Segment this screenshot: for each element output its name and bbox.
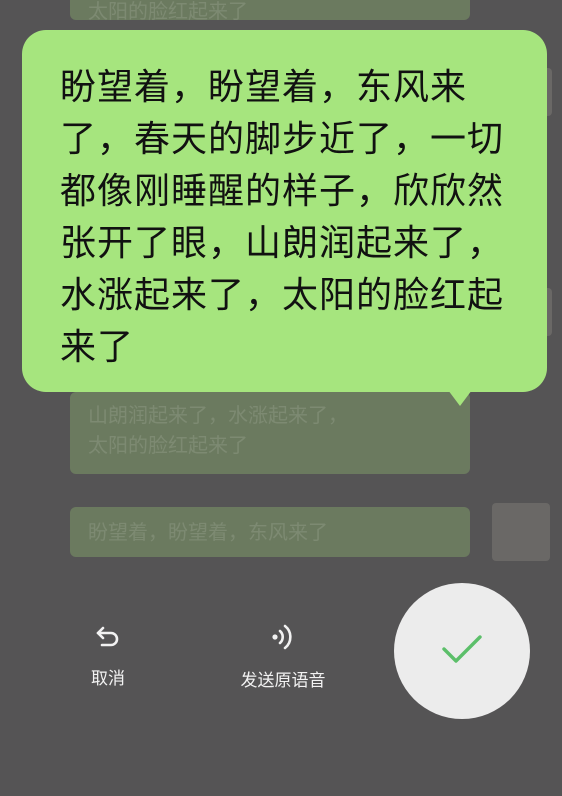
send-original-voice-label: 发送原语音 <box>240 671 326 691</box>
background-message-line: 山朗润起来了，水涨起来了， <box>88 403 348 427</box>
background-avatar <box>492 503 550 561</box>
voice-bubble-tail <box>448 390 472 406</box>
voice-to-text-bubble: 盼望着，盼望着，东风来了，春天的脚步近了，一切都像刚睡醒的样子，欣欣然张开了眼，… <box>22 30 547 392</box>
cancel-label: 取消 <box>91 669 125 689</box>
send-original-voice-button[interactable]: 发送原语音 <box>228 622 338 691</box>
transcribed-text: 盼望着，盼望着，东风来了，春天的脚步近了，一切都像刚睡醒的样子，欣欣然张开了眼，… <box>60 67 505 368</box>
background-message-line: 太阳的脸红起来了 <box>88 433 248 457</box>
background-message-text: 太阳的脸红起来了 <box>88 0 248 23</box>
confirm-button[interactable] <box>394 583 530 719</box>
background-message-top: 太阳的脸红起来了 <box>70 0 470 23</box>
background-message-bottom: 盼望着，盼望着，东风来了 <box>70 507 470 557</box>
check-icon <box>440 632 484 670</box>
undo-arrow-icon <box>94 624 122 654</box>
voice-waves-icon <box>269 622 297 656</box>
background-message-text: 盼望着，盼望着，东风来了 <box>88 520 328 544</box>
background-message-middle: 山朗润起来了，水涨起来了， 太阳的脸红起来了 <box>70 392 470 474</box>
cancel-button[interactable]: 取消 <box>78 624 138 689</box>
